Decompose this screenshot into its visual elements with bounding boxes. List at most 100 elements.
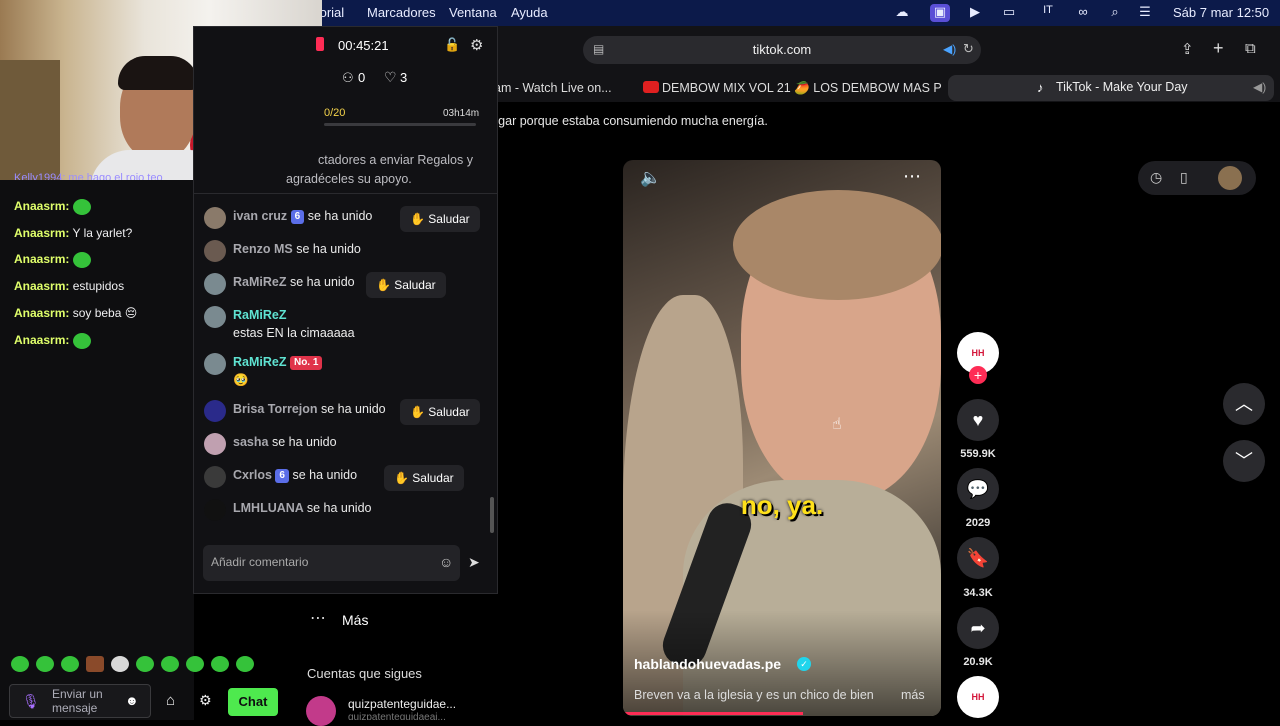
avatar[interactable] (204, 400, 226, 422)
emote-icon[interactable] (136, 656, 154, 672)
control-center-icon[interactable]: ☰ (1136, 4, 1154, 22)
emoji-icon[interactable]: ☺ (439, 554, 453, 570)
feed-username[interactable]: Cxrlos 6 se ha unido (233, 468, 357, 483)
tab-audio-icon[interactable]: ◀) (1253, 80, 1266, 94)
tab-twitch[interactable]: am - Watch Live on... (494, 76, 624, 100)
chat-send-button[interactable]: Chat (228, 688, 278, 716)
share-icon[interactable]: ⇪ (1181, 40, 1194, 58)
play-icon[interactable]: ▶ (966, 4, 984, 22)
tiktok-video[interactable]: hablandohuevadas.pe ✓ Breven va a la igl… (623, 160, 941, 716)
video-progress-bar[interactable] (623, 712, 803, 715)
like-heart-icon[interactable]: ♥ (957, 399, 999, 441)
send-icon[interactable]: ➤ (468, 554, 480, 571)
wave-hand-icon: ✋ (410, 405, 429, 419)
feed-username[interactable]: RaMiReZ No. 1 (233, 355, 323, 370)
emote-icon[interactable] (111, 656, 129, 672)
follow-plus-icon[interactable]: + (969, 366, 987, 384)
emote-icon[interactable] (61, 656, 79, 672)
avatar[interactable] (204, 353, 226, 375)
feed-username[interactable]: RaMiReZ se ha unido (233, 275, 355, 289)
chat-message: Anaasrm: Y la yarlet? (14, 226, 132, 240)
account-avatar[interactable] (306, 696, 336, 726)
link-icon[interactable]: ∞ (1074, 4, 1092, 22)
emote-icon[interactable] (211, 656, 229, 672)
chat-username[interactable]: Anaasrm: (14, 199, 69, 213)
feed-username-text: ivan cruz (233, 209, 288, 223)
webcam-hair (118, 56, 198, 90)
screen-record-icon[interactable]: ▣ (930, 4, 950, 22)
share-arrow-icon[interactable]: ➦ (957, 607, 999, 649)
feed-username[interactable]: LMHLUANA se ha unido (233, 501, 371, 515)
emote-icon[interactable] (161, 656, 179, 672)
profile-avatar[interactable] (1218, 166, 1242, 190)
previous-video-chevron-up-icon[interactable]: ︿ (1223, 383, 1265, 425)
menu-bookmarks[interactable]: Marcadores (367, 5, 436, 20)
avatar[interactable] (204, 240, 226, 262)
following-heading: Cuentas que sigues (307, 666, 422, 681)
feed-scrollbar[interactable] (490, 497, 494, 533)
greet-button[interactable]: ✋ Saludar (400, 399, 480, 425)
volume-icon[interactable]: 🔈 (640, 168, 661, 188)
autoscroll-icon[interactable]: ◷ (1150, 169, 1162, 186)
video-author[interactable]: hablandohuevadas.pe (634, 656, 781, 672)
more-icon[interactable]: ⋯ (310, 608, 326, 628)
store-icon[interactable]: ⌂ (166, 692, 175, 709)
greet-button[interactable]: ✋ Saludar (384, 465, 464, 491)
feed-username[interactable]: Renzo MS se ha unido (233, 242, 361, 256)
settings-gear-icon[interactable]: ⚙ (470, 36, 483, 54)
avatar[interactable] (204, 273, 226, 295)
chat-username[interactable]: Anaasrm: (14, 306, 69, 320)
tab-youtube[interactable]: DEMBOW MIX VOL 21 🥭 LOS DEMBOW MAS PE... (662, 76, 942, 100)
emote-icon[interactable] (11, 656, 29, 672)
tab-overview-icon[interactable]: ⧉ (1245, 40, 1256, 57)
reload-icon[interactable]: ↻ (963, 41, 974, 57)
chat-username[interactable]: Anaasrm: (14, 253, 69, 267)
comment-input[interactable]: Añadir comentario ☺ (203, 545, 460, 581)
new-tab-icon[interactable]: + (1213, 38, 1224, 59)
emote-icon[interactable] (186, 656, 204, 672)
video-options-icon[interactable]: ⋯ (903, 166, 921, 187)
avatar[interactable] (204, 433, 226, 455)
greet-button[interactable]: ✋ Saludar (400, 206, 480, 232)
avatar[interactable] (204, 207, 226, 229)
unlock-icon[interactable]: 🔓 (444, 37, 460, 53)
menu-clock: Sáb 7 mar 12:50 (1173, 5, 1270, 20)
search-icon[interactable]: ⌕ (1106, 4, 1124, 22)
feed-username[interactable]: RaMiReZ (233, 308, 286, 322)
menu-window[interactable]: Ventana (449, 5, 497, 20)
input-source-icon[interactable]: IT (1037, 4, 1059, 22)
comment-icon[interactable]: 💬 (957, 468, 999, 510)
twitch-chat-input[interactable]: 🎙 Enviar un mensaje ☻ (9, 684, 151, 718)
microphone-icon[interactable]: 🎙 (22, 693, 40, 710)
audio-icon[interactable]: ◀) (943, 42, 956, 56)
greet-button[interactable]: ✋ Saludar (366, 272, 446, 298)
address-bar[interactable]: ▤ tiktok.com ◀) ↻ (583, 36, 981, 64)
chat-username[interactable]: Anaasrm: (14, 333, 69, 347)
next-video-chevron-down-icon[interactable]: ﹀ (1223, 440, 1265, 482)
emote-icon[interactable] (236, 656, 254, 672)
feed-comment: 🥹 (233, 373, 249, 387)
feed-username[interactable]: ivan cruz 6 se ha unido (233, 209, 372, 224)
feed-username[interactable]: Brisa Torrejon se ha unido (233, 402, 386, 416)
avatar[interactable] (204, 499, 226, 521)
emoji-picker-icon[interactable]: ☻ (125, 693, 139, 708)
emote-icon[interactable] (36, 656, 54, 672)
avatar[interactable] (204, 306, 226, 328)
sound-disc-icon[interactable]: HH (957, 676, 999, 718)
cloud-icon[interactable]: ☁ (893, 4, 911, 22)
account-name[interactable]: quizpatenteguidae... (348, 697, 456, 711)
chat-username[interactable]: Anaasrm: (14, 226, 69, 240)
settings-icon[interactable]: ⚙ (199, 692, 212, 709)
menu-help[interactable]: Ayuda (511, 5, 548, 20)
greet-label: Saludar (428, 405, 470, 419)
sidebar-more[interactable]: Más (342, 612, 368, 628)
video-more-link[interactable]: más (901, 688, 925, 702)
bookmark-icon[interactable]: 🔖 (957, 537, 999, 579)
device-icon[interactable]: ▯ (1180, 169, 1188, 186)
feed-username-text: Brisa Torrejon (233, 402, 318, 416)
emote-icon[interactable] (86, 656, 104, 672)
feed-username[interactable]: sasha se ha unido (233, 435, 337, 449)
chat-username[interactable]: Anaasrm: (14, 279, 69, 293)
tab-tiktok-active[interactable]: ♪ TikTok - Make Your Day ◀) (948, 75, 1274, 101)
avatar[interactable] (204, 466, 226, 488)
